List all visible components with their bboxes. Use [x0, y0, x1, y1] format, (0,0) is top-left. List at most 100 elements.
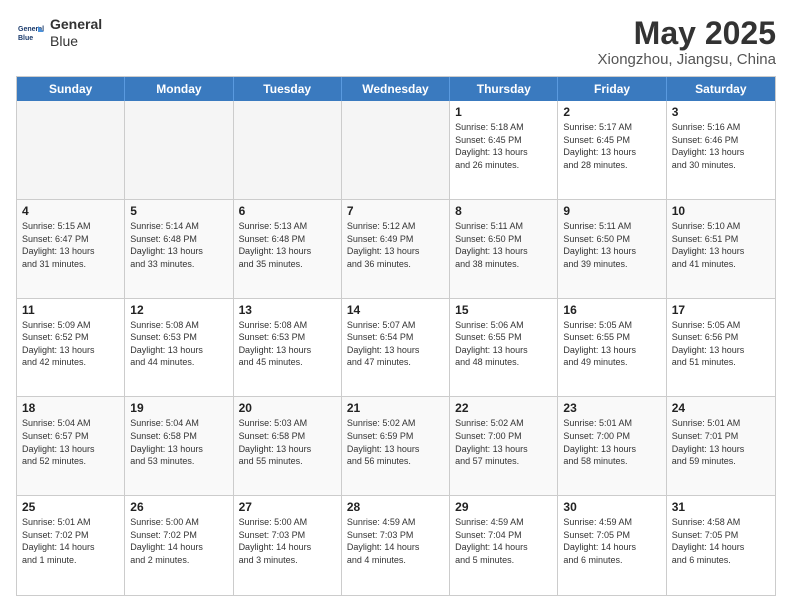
- day-cell-13: 13Sunrise: 5:08 AM Sunset: 6:53 PM Dayli…: [234, 299, 342, 397]
- cell-detail: Sunrise: 4:59 AM Sunset: 7:05 PM Dayligh…: [563, 516, 660, 566]
- cell-detail: Sunrise: 5:05 AM Sunset: 6:56 PM Dayligh…: [672, 319, 770, 369]
- day-cell-17: 17 Sunrise: 5:05 AM Sunset: 6:56 PM Dayli…: [667, 299, 775, 397]
- day-number: 7: [347, 204, 444, 218]
- day-cell-21: 21Sunrise: 5:02 AM Sunset: 6:59 PM Dayli…: [342, 397, 450, 495]
- svg-text:Blue: Blue: [18, 35, 33, 42]
- cell-detail: Sunrise: 4:59 AM Sunset: 7:04 PM Dayligh…: [455, 516, 552, 566]
- day-cell-4: 4 Sunrise: 5:15 AM Sunset: 6:47 PM Daylig…: [17, 200, 125, 298]
- day-number: 23: [563, 401, 660, 415]
- day-number: 5: [130, 204, 227, 218]
- cell-detail: Sunrise: 4:58 AM Sunset: 7:05 PM Dayligh…: [672, 516, 770, 566]
- day-number: 29: [455, 500, 552, 514]
- day-number: 31: [672, 500, 770, 514]
- day-cell-29: 29 Sunrise: 4:59 AM Sunset: 7:04 PM Dayli…: [450, 496, 558, 595]
- cell-detail: Sunrise: 5:09 AM Sunset: 6:52 PM Dayligh…: [22, 319, 119, 369]
- calendar: SundayMondayTuesdayWednesdayThursdayFrid…: [16, 76, 776, 596]
- location: Xiongzhou, Jiangsu, China: [598, 51, 776, 68]
- logo: General Blue General Blue: [16, 16, 102, 50]
- day-cell-16: 16 Sunrise: 5:05 AM Sunset: 6:55 PM Dayli…: [558, 299, 666, 397]
- day-cell-20: 20Sunrise: 5:03 AM Sunset: 6:58 PM Dayli…: [234, 397, 342, 495]
- day-cell-22: 22 Sunrise: 5:02 AM Sunset: 7:00 PM Dayli…: [450, 397, 558, 495]
- day-number: 22: [455, 401, 552, 415]
- month-year: May 2025: [598, 16, 776, 51]
- day-cell-27: 27Sunrise: 5:00 AM Sunset: 7:03 PM Dayli…: [234, 496, 342, 595]
- cell-detail: Sunrise: 5:01 AM Sunset: 7:00 PM Dayligh…: [563, 417, 660, 467]
- cell-detail: Sunrise: 5:00 AM Sunset: 7:03 PM Dayligh…: [239, 516, 336, 566]
- day-number: 8: [455, 204, 552, 218]
- cell-detail: Sunrise: 5:02 AM Sunset: 7:00 PM Dayligh…: [455, 417, 552, 467]
- cell-detail: Sunrise: 5:04 AM Sunset: 6:57 PM Dayligh…: [22, 417, 119, 467]
- calendar-body: 1 Sunrise: 5:18 AM Sunset: 6:45 PM Daylig…: [17, 101, 775, 595]
- page: General Blue General Blue May 2025 Xiong…: [0, 0, 792, 612]
- empty-cell: [342, 101, 450, 199]
- header-day-sunday: Sunday: [17, 77, 125, 101]
- day-number: 15: [455, 303, 552, 317]
- day-number: 16: [563, 303, 660, 317]
- cell-detail: Sunrise: 5:04 AM Sunset: 6:58 PM Dayligh…: [130, 417, 227, 467]
- day-cell-6: 6 Sunrise: 5:13 AM Sunset: 6:48 PM Daylig…: [234, 200, 342, 298]
- day-cell-28: 28Sunrise: 4:59 AM Sunset: 7:03 PM Dayli…: [342, 496, 450, 595]
- day-cell-31: 31 Sunrise: 4:58 AM Sunset: 7:05 PM Dayli…: [667, 496, 775, 595]
- week-3: 11 Sunrise: 5:09 AM Sunset: 6:52 PM Dayli…: [17, 299, 775, 398]
- day-number: 11: [22, 303, 119, 317]
- cell-detail: Sunrise: 5:01 AM Sunset: 7:01 PM Dayligh…: [672, 417, 770, 467]
- logo-text: General Blue: [50, 16, 102, 50]
- day-cell-9: 9 Sunrise: 5:11 AM Sunset: 6:50 PM Daylig…: [558, 200, 666, 298]
- day-number: 26: [130, 500, 227, 514]
- header-day-friday: Friday: [558, 77, 666, 101]
- day-number: 2: [563, 105, 660, 119]
- cell-detail: Sunrise: 5:01 AM Sunset: 7:02 PM Dayligh…: [22, 516, 119, 566]
- day-cell-3: 3 Sunrise: 5:16 AM Sunset: 6:46 PM Daylig…: [667, 101, 775, 199]
- cell-detail: Sunrise: 5:07 AM Sunset: 6:54 PM Dayligh…: [347, 319, 444, 369]
- day-number: 14: [347, 303, 444, 317]
- cell-detail: Sunrise: 5:05 AM Sunset: 6:55 PM Dayligh…: [563, 319, 660, 369]
- calendar-header: SundayMondayTuesdayWednesdayThursdayFrid…: [17, 77, 775, 101]
- day-number: 30: [563, 500, 660, 514]
- day-number: 25: [22, 500, 119, 514]
- cell-detail: Sunrise: 5:11 AM Sunset: 6:50 PM Dayligh…: [455, 220, 552, 270]
- cell-detail: Sunrise: 5:10 AM Sunset: 6:51 PM Dayligh…: [672, 220, 770, 270]
- day-number: 18: [22, 401, 119, 415]
- cell-detail: Sunrise: 5:17 AM Sunset: 6:45 PM Dayligh…: [563, 121, 660, 171]
- title-block: May 2025 Xiongzhou, Jiangsu, China: [598, 16, 776, 68]
- day-number: 3: [672, 105, 770, 119]
- header: General Blue General Blue May 2025 Xiong…: [16, 16, 776, 68]
- day-cell-2: 2 Sunrise: 5:17 AM Sunset: 6:45 PM Daylig…: [558, 101, 666, 199]
- cell-detail: Sunrise: 5:13 AM Sunset: 6:48 PM Dayligh…: [239, 220, 336, 270]
- day-cell-15: 15 Sunrise: 5:06 AM Sunset: 6:55 PM Dayli…: [450, 299, 558, 397]
- day-cell-7: 7 Sunrise: 5:12 AM Sunset: 6:49 PM Daylig…: [342, 200, 450, 298]
- cell-detail: Sunrise: 5:11 AM Sunset: 6:50 PM Dayligh…: [563, 220, 660, 270]
- cell-detail: Sunrise: 5:03 AM Sunset: 6:58 PM Dayligh…: [239, 417, 336, 467]
- day-number: 12: [130, 303, 227, 317]
- day-cell-5: 5 Sunrise: 5:14 AM Sunset: 6:48 PM Daylig…: [125, 200, 233, 298]
- day-cell-8: 8 Sunrise: 5:11 AM Sunset: 6:50 PM Daylig…: [450, 200, 558, 298]
- header-day-monday: Monday: [125, 77, 233, 101]
- week-4: 18 Sunrise: 5:04 AM Sunset: 6:57 PM Dayli…: [17, 397, 775, 496]
- cell-detail: Sunrise: 5:06 AM Sunset: 6:55 PM Dayligh…: [455, 319, 552, 369]
- day-number: 1: [455, 105, 552, 119]
- header-day-wednesday: Wednesday: [342, 77, 450, 101]
- day-number: 4: [22, 204, 119, 218]
- day-cell-23: 23 Sunrise: 5:01 AM Sunset: 7:00 PM Dayli…: [558, 397, 666, 495]
- cell-detail: Sunrise: 5:16 AM Sunset: 6:46 PM Dayligh…: [672, 121, 770, 171]
- cell-detail: Sunrise: 5:08 AM Sunset: 6:53 PM Dayligh…: [130, 319, 227, 369]
- cell-detail: Sunrise: 5:14 AM Sunset: 6:48 PM Dayligh…: [130, 220, 227, 270]
- empty-cell: [234, 101, 342, 199]
- day-number: 6: [239, 204, 336, 218]
- empty-cell: [17, 101, 125, 199]
- cell-detail: Sunrise: 5:00 AM Sunset: 7:02 PM Dayligh…: [130, 516, 227, 566]
- day-cell-26: 26 Sunrise: 5:00 AM Sunset: 7:02 PM Dayli…: [125, 496, 233, 595]
- week-2: 4 Sunrise: 5:15 AM Sunset: 6:47 PM Daylig…: [17, 200, 775, 299]
- cell-detail: Sunrise: 5:18 AM Sunset: 6:45 PM Dayligh…: [455, 121, 552, 171]
- day-number: 9: [563, 204, 660, 218]
- day-number: 17: [672, 303, 770, 317]
- day-number: 24: [672, 401, 770, 415]
- week-1: 1 Sunrise: 5:18 AM Sunset: 6:45 PM Daylig…: [17, 101, 775, 200]
- header-day-thursday: Thursday: [450, 77, 558, 101]
- header-day-saturday: Saturday: [667, 77, 775, 101]
- cell-detail: Sunrise: 5:15 AM Sunset: 6:47 PM Dayligh…: [22, 220, 119, 270]
- cell-detail: Sunrise: 4:59 AM Sunset: 7:03 PM Dayligh…: [347, 516, 444, 566]
- day-cell-24: 24 Sunrise: 5:01 AM Sunset: 7:01 PM Dayli…: [667, 397, 775, 495]
- day-cell-30: 30 Sunrise: 4:59 AM Sunset: 7:05 PM Dayli…: [558, 496, 666, 595]
- cell-detail: Sunrise: 5:12 AM Sunset: 6:49 PM Dayligh…: [347, 220, 444, 270]
